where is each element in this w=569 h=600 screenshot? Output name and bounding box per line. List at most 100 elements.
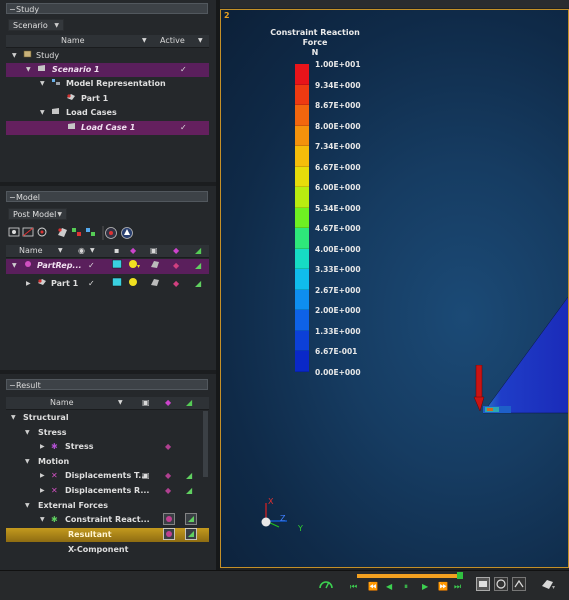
expand-icon[interactable]: ▼	[11, 411, 16, 425]
show-icon[interactable]	[8, 227, 20, 237]
mesh-icon[interactable]: ▣	[142, 397, 150, 409]
orient-icon[interactable]	[105, 227, 117, 239]
results-toggle[interactable]: ◆	[165, 484, 171, 498]
deformed-toggle[interactable]: ◢	[186, 484, 192, 498]
filter-icon[interactable]: ▼	[90, 245, 95, 257]
expand-icon[interactable]: ▶	[40, 469, 45, 483]
tree-row[interactable]: ▼ Study	[6, 49, 209, 63]
settings-icon[interactable]	[121, 227, 133, 239]
tree-row[interactable]: ▼ Structural	[6, 411, 209, 425]
model-panel-header[interactable]: −Model	[6, 191, 208, 202]
expand-icon[interactable]: ▶	[40, 440, 45, 454]
study-panel-header[interactable]: −Study	[6, 3, 208, 14]
tree-row[interactable]: ▼ Motion	[6, 455, 209, 469]
results-icon[interactable]: ◆	[165, 397, 171, 409]
record-icon[interactable]	[476, 577, 490, 593]
tree-row[interactable]: Part 1	[6, 92, 209, 106]
transparency-swatch[interactable]	[112, 277, 122, 292]
mesh-toggle[interactable]	[150, 277, 160, 292]
collapse-icon[interactable]: −	[9, 4, 16, 15]
expand-icon[interactable]: ▼	[40, 106, 45, 120]
results-toggle[interactable]: ◆	[173, 259, 179, 273]
fast-forward-icon[interactable]: ⏩	[438, 582, 449, 591]
results-toggle[interactable]: ◆	[173, 277, 179, 291]
tree-row[interactable]: ▶ Part 1 ✓ ◆ ◢	[6, 277, 209, 292]
scrollbar[interactable]	[203, 411, 208, 477]
transparency-swatch[interactable]	[112, 259, 122, 274]
expand-icon[interactable]: ▼	[40, 77, 45, 91]
tree-row[interactable]: ▶ ✕ Displacements T... ▣ ◆ ◢	[6, 469, 209, 483]
expand-icon[interactable]: ▶	[26, 277, 31, 291]
col-name[interactable]: Name	[19, 245, 43, 257]
tree-row[interactable]: ▼ Stress	[6, 426, 209, 440]
tree-row[interactable]: ▼ Model Representation	[6, 77, 209, 91]
color-swatch[interactable]	[128, 277, 140, 292]
expand-icon[interactable]: ▼	[25, 426, 30, 440]
collapse-icon[interactable]: −	[9, 192, 16, 203]
play-reverse-icon[interactable]: ◀	[386, 582, 393, 591]
loop-icon[interactable]	[494, 577, 508, 593]
col-name[interactable]: Name	[61, 35, 85, 47]
tree-row[interactable]: ▼ External Forces	[6, 499, 209, 513]
mesh-icon[interactable]: ▣	[150, 245, 158, 257]
tree-row[interactable]: ▶ ✱ Stress ◆	[6, 440, 209, 454]
deformed-toggle[interactable]: ◢	[195, 259, 201, 273]
filter-icon[interactable]: ▼	[198, 35, 203, 47]
color-icon[interactable]: ◆	[130, 245, 136, 257]
study-dropdown[interactable]: Scenario ▼	[8, 19, 64, 31]
deformed-toggle[interactable]: ◢	[186, 469, 192, 483]
tree-row[interactable]: ▶ ✕ Displacements R... ◆ ◢	[6, 484, 209, 498]
play-icon[interactable]: ▶	[422, 582, 429, 591]
active-check-icon[interactable]: ✓	[180, 121, 187, 135]
expand-icon[interactable]: ▼	[25, 499, 30, 513]
filter-tool-icon[interactable]	[86, 228, 95, 236]
speed-gauge-icon[interactable]	[318, 576, 334, 594]
tree-row[interactable]: ▼ Load Cases	[6, 106, 209, 120]
filter-icon[interactable]: ▼	[118, 397, 123, 409]
expand-icon[interactable]: ▼	[40, 513, 45, 527]
deformed-icon[interactable]: ◢	[186, 397, 192, 409]
tree-row[interactable]: ▼ Scenario 1 ✓	[6, 63, 209, 77]
panel-divider[interactable]	[0, 370, 216, 374]
deformed-toggle[interactable]: ◢	[195, 277, 201, 291]
expand-icon[interactable]: ▶	[40, 484, 45, 498]
tree-row[interactable]: Load Case 1 ✓	[6, 121, 209, 135]
expand-icon[interactable]: ▼	[12, 259, 17, 273]
mesh-toggle[interactable]	[150, 259, 160, 274]
isolate-icon[interactable]	[37, 227, 47, 237]
collapse-icon[interactable]: −	[9, 380, 16, 391]
filter-icon[interactable]: ▼	[58, 245, 63, 257]
visible-check-icon[interactable]: ✓	[88, 259, 95, 273]
model-view-icon[interactable]	[540, 577, 556, 593]
tree-row-selected[interactable]: Resultant	[6, 528, 209, 542]
results-toggle[interactable]: ◆	[165, 469, 171, 483]
active-check-icon[interactable]: ✓	[180, 63, 187, 77]
visible-check-icon[interactable]: ✓	[88, 277, 95, 291]
color-swatch[interactable]	[128, 259, 140, 274]
col-name[interactable]: Name	[50, 397, 74, 409]
results-icon[interactable]: ◆	[173, 245, 179, 257]
progress-handle[interactable]	[457, 572, 463, 579]
tree-row[interactable]: ▼ PartRep... ✓ ◆ ◢	[6, 259, 209, 274]
mesh-toggle[interactable]: ▣	[142, 469, 150, 483]
animation-progress[interactable]	[357, 574, 463, 578]
expand-icon[interactable]: ▼	[25, 455, 30, 469]
tree-row[interactable]: X-Component	[6, 543, 209, 557]
result-panel-header[interactable]: −Result	[6, 379, 208, 390]
part-tool-icon[interactable]	[58, 228, 67, 237]
select-tool-icon[interactable]	[72, 228, 81, 236]
transparency-icon[interactable]: ▪	[114, 245, 119, 257]
pause-icon[interactable]: ⏸	[404, 582, 409, 592]
eye-icon[interactable]: ◉	[78, 245, 85, 257]
last-frame-icon[interactable]: ⏭	[454, 582, 462, 592]
first-frame-icon[interactable]: ⏮	[350, 582, 358, 592]
expand-icon[interactable]: ▼	[12, 49, 17, 63]
hide-icon[interactable]	[22, 227, 34, 237]
col-active[interactable]: Active	[160, 35, 185, 47]
bounce-icon[interactable]	[512, 577, 526, 593]
panel-divider[interactable]	[0, 182, 216, 186]
results-toggle[interactable]: ◆	[165, 440, 171, 454]
model-dropdown[interactable]: Post Model ▼	[8, 208, 67, 220]
filter-icon[interactable]: ▼	[142, 35, 147, 47]
deformed-icon[interactable]: ◢	[195, 245, 201, 257]
